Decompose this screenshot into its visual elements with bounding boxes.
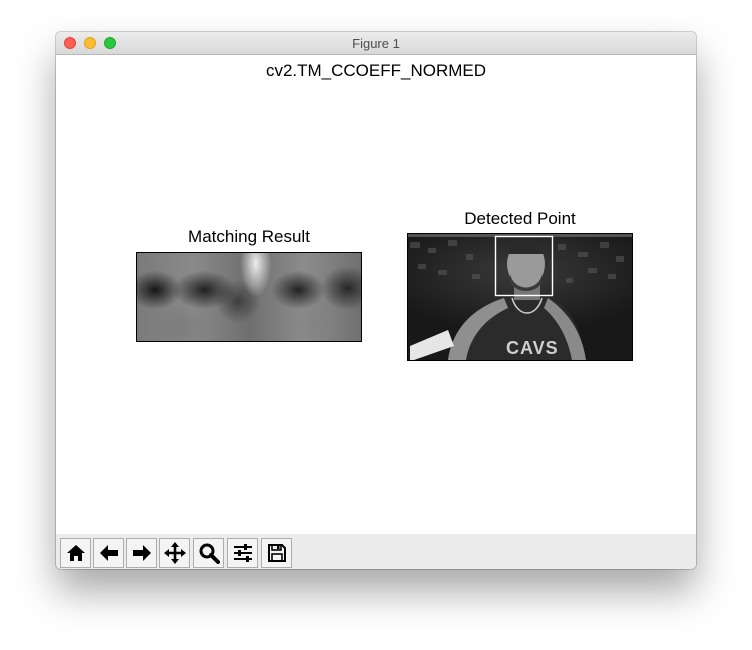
figure-window: Figure 1 cv2.TM_CCOEFF_NORMED Matching R… [56, 32, 696, 569]
navigation-toolbar [56, 534, 696, 569]
back-button[interactable] [93, 538, 124, 568]
home-icon [66, 545, 85, 561]
subplots-icon [233, 544, 252, 562]
detected-photo-drawing: CAVS [408, 234, 632, 360]
save-button[interactable] [261, 538, 292, 568]
svg-text:CAVS: CAVS [506, 338, 559, 358]
matching-result-title: Matching Result [188, 227, 310, 246]
back-arrow-icon [99, 545, 118, 561]
zoom-button[interactable] [193, 538, 224, 568]
zoom-icon [199, 543, 220, 564]
pan-icon [163, 542, 186, 564]
pan-button[interactable] [159, 538, 190, 568]
figure-suptitle: cv2.TM_CCOEFF_NORMED [265, 61, 487, 80]
detected-point-title: Detected Point [464, 209, 576, 228]
matching-result-image [136, 252, 362, 342]
forward-arrow-icon [132, 545, 151, 561]
title-bar[interactable]: Figure 1 [56, 32, 696, 55]
forward-button[interactable] [126, 538, 157, 568]
figure-canvas[interactable]: cv2.TM_CCOEFF_NORMED Matching Result Det… [56, 55, 696, 534]
configure-subplots-button[interactable] [227, 538, 258, 568]
window-title: Figure 1 [352, 36, 400, 51]
detected-point-image: CAVS [407, 233, 633, 361]
home-button[interactable] [60, 538, 91, 568]
save-icon [267, 544, 286, 562]
